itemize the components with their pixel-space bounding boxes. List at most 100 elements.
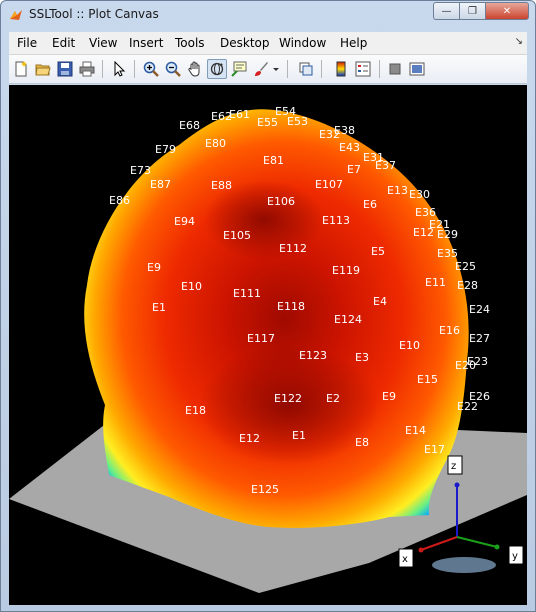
toolbar-separator xyxy=(287,60,288,78)
electrode-label: E123 xyxy=(299,349,327,362)
menu-desktop[interactable]: Desktop xyxy=(220,36,270,50)
minimize-icon: — xyxy=(441,5,452,17)
plot-axes-3d[interactable]: E54 E61 E62 E53 E68 E55 E38 E32 E79 E80 … xyxy=(9,85,527,605)
electrode-label: E125 xyxy=(251,483,279,496)
electrode-label: E30 xyxy=(409,188,430,201)
zoom-in-icon[interactable] xyxy=(141,59,161,79)
electrode-label: E1 xyxy=(292,429,306,442)
electrode-label: E80 xyxy=(205,137,226,150)
z-axis-label: z xyxy=(451,461,456,472)
electrode-label: E5 xyxy=(371,245,385,258)
plot-canvas-window: SSLTool :: Plot Canvas — ❐ ✕ File Edit V… xyxy=(0,0,536,612)
electrode-label: E124 xyxy=(334,313,362,326)
hide-plot-tools-icon[interactable] xyxy=(385,59,405,79)
electrode-label: E35 xyxy=(437,247,458,260)
electrode-label: E9 xyxy=(147,261,161,274)
electrode-label: E117 xyxy=(247,332,275,345)
menu-file[interactable]: File xyxy=(17,36,37,50)
menu-help[interactable]: Help xyxy=(340,36,367,50)
electrode-label: E13 xyxy=(387,184,408,197)
electrode-label: E113 xyxy=(322,214,350,227)
electrode-label: E105 xyxy=(223,229,251,242)
electrode-label: E14 xyxy=(405,424,426,437)
menu-window[interactable]: Window xyxy=(279,36,326,50)
close-button[interactable]: ✕ xyxy=(485,2,529,20)
electrode-label: E28 xyxy=(457,279,478,292)
electrode-label: E122 xyxy=(274,392,302,405)
save-icon[interactable] xyxy=(55,59,75,79)
maximize-icon: ❐ xyxy=(468,5,477,17)
electrode-label: E53 xyxy=(287,115,308,128)
electrode-label: E62 xyxy=(211,110,232,123)
edit-plot-arrow-icon[interactable] xyxy=(109,59,129,79)
toolbar-separator xyxy=(379,60,380,78)
rotate-3d-icon[interactable] xyxy=(207,59,227,79)
colorbar-icon[interactable] xyxy=(331,59,351,79)
x-axis-label: x xyxy=(402,554,408,565)
electrode-label: E111 xyxy=(233,287,261,300)
maximize-button[interactable]: ❐ xyxy=(459,2,485,20)
electrode-label: E2 xyxy=(326,392,340,405)
window-controls: — ❐ ✕ xyxy=(433,2,529,20)
electrode-label: E22 xyxy=(457,400,478,413)
zoom-out-icon[interactable] xyxy=(163,59,183,79)
electrode-label: E23 xyxy=(467,355,488,368)
toolbar-separator xyxy=(102,60,103,78)
menu-view[interactable]: View xyxy=(89,36,117,50)
electrode-label: E16 xyxy=(439,324,460,337)
electrode-label: E10 xyxy=(181,280,202,293)
floor-shadow xyxy=(432,557,496,573)
electrode-label: E73 xyxy=(130,164,151,177)
open-file-icon[interactable] xyxy=(33,59,53,79)
electrode-label: E1 xyxy=(152,301,166,314)
print-icon[interactable] xyxy=(77,59,97,79)
y-axis-line xyxy=(456,536,498,548)
link-plot-icon[interactable] xyxy=(296,59,316,79)
electrode-label: E3 xyxy=(355,351,369,364)
new-figure-icon[interactable] xyxy=(11,59,31,79)
electrode-label: E12 xyxy=(239,432,260,445)
electrode-label: E37 xyxy=(375,159,396,172)
toolbar-separator xyxy=(134,60,135,78)
electrode-label: E8 xyxy=(355,436,369,449)
electrode-label: E112 xyxy=(279,242,307,255)
electrode-label: E15 xyxy=(417,373,438,386)
menu-insert[interactable]: Insert xyxy=(129,36,163,50)
electrode-label: E6 xyxy=(363,198,377,211)
x-axis-line xyxy=(420,536,458,551)
show-plot-tools-icon[interactable] xyxy=(407,59,427,79)
title-bar[interactable]: SSLTool :: Plot Canvas — ❐ ✕ xyxy=(1,1,535,29)
legend-icon[interactable] xyxy=(353,59,373,79)
menu-tools[interactable]: Tools xyxy=(175,36,205,50)
toolbar-separator xyxy=(321,60,322,78)
pan-hand-icon[interactable] xyxy=(185,59,205,79)
electrode-label: E68 xyxy=(179,119,200,132)
electrode-label: E106 xyxy=(267,195,295,208)
electrode-label: E118 xyxy=(277,300,305,313)
close-icon: ✕ xyxy=(502,5,512,17)
electrode-label: E87 xyxy=(150,178,171,191)
electrode-label: E86 xyxy=(109,194,130,207)
electrode-label: E32 xyxy=(319,128,340,141)
electrode-label: E43 xyxy=(339,141,360,154)
menu-bar: File Edit View Insert Tools Desktop Wind… xyxy=(9,32,527,55)
electrode-label: E25 xyxy=(455,260,476,273)
data-cursor-icon[interactable] xyxy=(229,59,249,79)
electrode-label: E7 xyxy=(347,163,361,176)
potential-peak-center xyxy=(199,345,379,465)
electrode-label: E81 xyxy=(263,154,284,167)
plot-canvas[interactable]: E54 E61 E62 E53 E68 E55 E38 E32 E79 E80 … xyxy=(9,85,527,605)
electrode-label: E27 xyxy=(469,332,490,345)
z-axis-tip xyxy=(454,482,460,488)
menu-edit[interactable]: Edit xyxy=(52,36,75,50)
brush-icon[interactable] xyxy=(251,59,271,79)
brush-dropdown-icon[interactable] xyxy=(271,59,281,79)
electrode-label: E17 xyxy=(424,443,445,456)
electrode-label: E107 xyxy=(315,178,343,191)
minimize-button[interactable]: — xyxy=(433,2,459,20)
electrode-label: E10 xyxy=(399,339,420,352)
electrode-label: E24 xyxy=(469,303,490,316)
electrode-label: E11 xyxy=(425,276,446,289)
dock-arrow-icon[interactable]: ↘ xyxy=(515,36,523,47)
electrode-label: E18 xyxy=(185,404,206,417)
